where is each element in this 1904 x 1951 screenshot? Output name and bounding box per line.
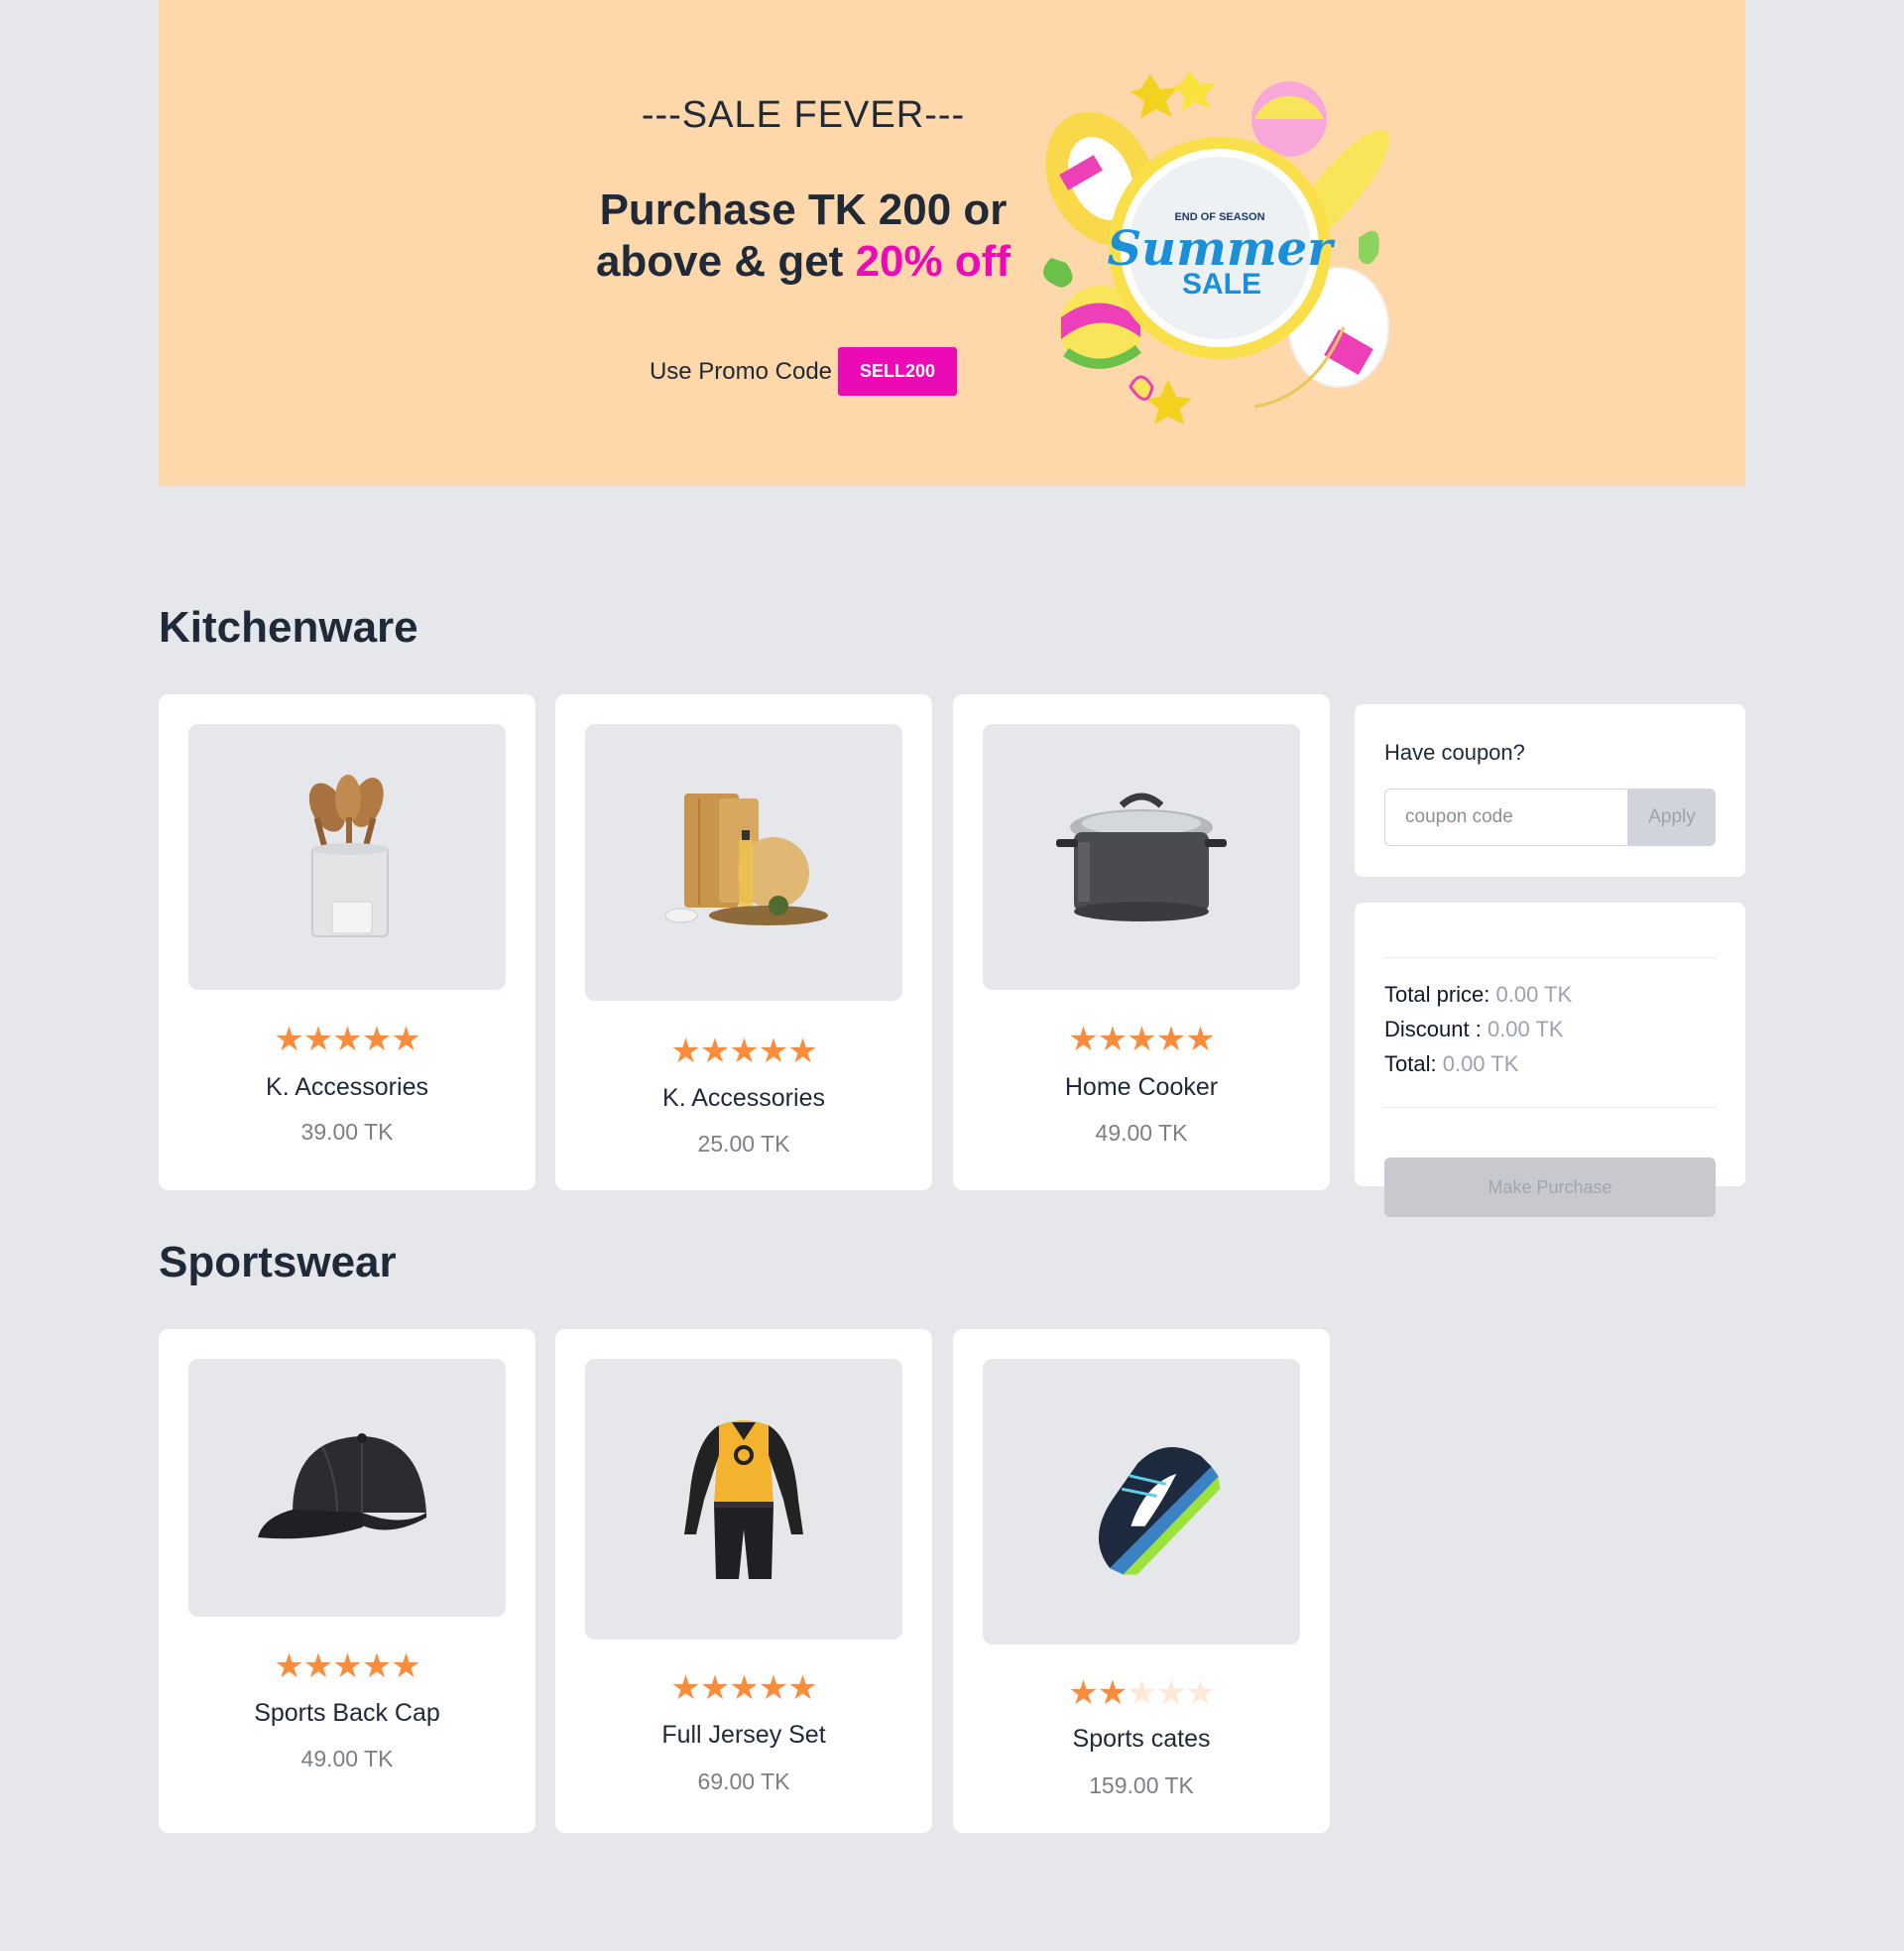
product-name: K. Accessories <box>662 1084 825 1112</box>
star-icon: ★ <box>332 1647 363 1685</box>
product-name: K. Accessories <box>266 1073 428 1101</box>
rating-stars: ★★★★★ <box>555 1668 932 1708</box>
product-price: 49.00 TK <box>1095 1120 1188 1146</box>
product-price: 69.00 TK <box>697 1768 790 1794</box>
product-price: 159.00 TK <box>1089 1772 1194 1798</box>
rating-stars: ★★★★★ <box>953 1673 1330 1713</box>
star-icon: ★ <box>274 1021 304 1058</box>
star-icon: ★ <box>274 1647 304 1685</box>
banner-text: ---SALE FEVER--- Purchase TK 200 or abov… <box>545 94 1061 396</box>
summer-sale-illustration: END OF SEASON Summer SALE <box>1043 71 1390 425</box>
coupon-label: Have coupon? <box>1384 740 1525 765</box>
divider <box>1384 1107 1716 1108</box>
product-card[interactable]: ★★★★★ Sports Back Cap 49.00 TK <box>159 1329 536 1833</box>
product-image <box>585 1359 902 1640</box>
sneaker-icon <box>1099 1446 1221 1575</box>
star-icon: ★ <box>332 1021 363 1058</box>
rating-stars: ★★★★★ <box>159 1646 536 1686</box>
star-icon: ★ <box>1068 1674 1099 1712</box>
star-icon: ★ <box>1097 1674 1129 1712</box>
total-price-label: Total price: <box>1384 982 1490 1007</box>
product-name: Full Jersey Set <box>661 1721 826 1749</box>
rating-stars: ★★★★★ <box>953 1020 1330 1059</box>
discount-row: Discount : 0.00 TK <box>1384 1017 1564 1042</box>
star-icon: ★ <box>302 1021 334 1058</box>
product-name: Sports Back Cap <box>254 1699 440 1727</box>
star-icon: ★ <box>699 1033 731 1070</box>
promo-banner: ---SALE FEVER--- Purchase TK 200 or abov… <box>159 0 1745 486</box>
rating-stars: ★★★★★ <box>159 1020 536 1059</box>
star-icon: ★ <box>699 1669 731 1707</box>
product-card[interactable]: ★★★★★ Home Cooker 49.00 TK <box>953 694 1330 1190</box>
order-summary-panel: Total price: 0.00 TK Discount : 0.00 TK … <box>1355 903 1745 1186</box>
product-image <box>983 1359 1300 1645</box>
star-icon: ★ <box>1155 1021 1187 1058</box>
star-icon: ★ <box>787 1033 818 1070</box>
baseball-cap-icon <box>258 1433 426 1539</box>
star-empty-icon: ★ <box>1185 1674 1216 1712</box>
jersey-icon <box>684 1419 803 1579</box>
promo-label: Use Promo Code <box>649 357 833 385</box>
product-card[interactable]: ★★★★★ K. Accessories 39.00 TK <box>159 694 536 1190</box>
product-card[interactable]: ★★★★★ K. Accessories 25.00 TK <box>555 694 932 1190</box>
star-icon: ★ <box>729 1033 760 1070</box>
grand-total-value: 0.00 TK <box>1442 1051 1519 1076</box>
star-icon: ★ <box>1097 1021 1129 1058</box>
star-icon: ★ <box>361 1021 393 1058</box>
discount-value: 0.00 TK <box>1487 1017 1564 1041</box>
star-icon: ★ <box>758 1033 789 1070</box>
coupon-code-input[interactable] <box>1384 789 1628 846</box>
grand-total-row: Total: 0.00 TK <box>1384 1051 1518 1077</box>
product-price: 25.00 TK <box>697 1131 790 1157</box>
total-price-row: Total price: 0.00 TK <box>1384 982 1572 1008</box>
headline-line-1: Purchase TK 200 or <box>599 185 1008 234</box>
section-title-kitchenware: Kitchenware <box>159 603 418 652</box>
banner-kicker: ---SALE FEVER--- <box>641 94 966 136</box>
promo-code-badge[interactable]: SELL200 <box>838 347 958 396</box>
discount-label: Discount : <box>1384 1017 1482 1041</box>
discount-highlight: 20% off <box>855 237 1012 286</box>
star-icon: ★ <box>1068 1021 1099 1058</box>
star-icon: ★ <box>670 1669 701 1707</box>
divider <box>1384 957 1716 958</box>
product-card[interactable]: ★★★★★ Full Jersey Set 69.00 TK <box>555 1329 932 1833</box>
star-empty-icon: ★ <box>1127 1674 1157 1712</box>
product-price: 39.00 TK <box>300 1119 394 1145</box>
product-image <box>585 724 902 1001</box>
utensils-holder-icon <box>308 775 389 937</box>
cutting-boards-icon <box>664 793 828 925</box>
section-title-sportswear: Sportswear <box>159 1238 397 1286</box>
product-card[interactable]: ★★★★★ Sports cates 159.00 TK <box>953 1329 1330 1833</box>
star-icon: ★ <box>391 1647 421 1685</box>
coupon-panel: Have coupon? Apply <box>1355 704 1745 877</box>
headline-line-2: above & get <box>595 237 856 286</box>
star-empty-icon: ★ <box>1155 1674 1187 1712</box>
product-image <box>188 1359 506 1617</box>
apply-coupon-button[interactable]: Apply <box>1628 789 1716 846</box>
star-icon: ★ <box>729 1669 760 1707</box>
product-image <box>188 724 506 990</box>
product-image <box>983 724 1300 990</box>
make-purchase-button[interactable]: Make Purchase <box>1384 1158 1716 1217</box>
art-sale: SALE <box>1182 268 1261 301</box>
promo-row: Use Promo Code SELL200 <box>545 347 1061 396</box>
star-icon: ★ <box>758 1669 789 1707</box>
grand-total-label: Total: <box>1384 1051 1437 1076</box>
star-icon: ★ <box>302 1647 334 1685</box>
product-name: Sports cates <box>1072 1725 1211 1753</box>
star-icon: ★ <box>1185 1021 1216 1058</box>
cooking-pot-icon <box>1056 793 1227 921</box>
star-icon: ★ <box>361 1647 393 1685</box>
rating-stars: ★★★★★ <box>555 1032 932 1071</box>
star-icon: ★ <box>1127 1021 1157 1058</box>
star-icon: ★ <box>787 1669 818 1707</box>
star-icon: ★ <box>670 1033 701 1070</box>
banner-headline: Purchase TK 200 or above & get 20% off <box>545 184 1061 288</box>
product-price: 49.00 TK <box>300 1746 394 1771</box>
product-name: Home Cooker <box>1064 1073 1219 1101</box>
total-price-value: 0.00 TK <box>1495 982 1573 1007</box>
star-icon: ★ <box>391 1021 421 1058</box>
